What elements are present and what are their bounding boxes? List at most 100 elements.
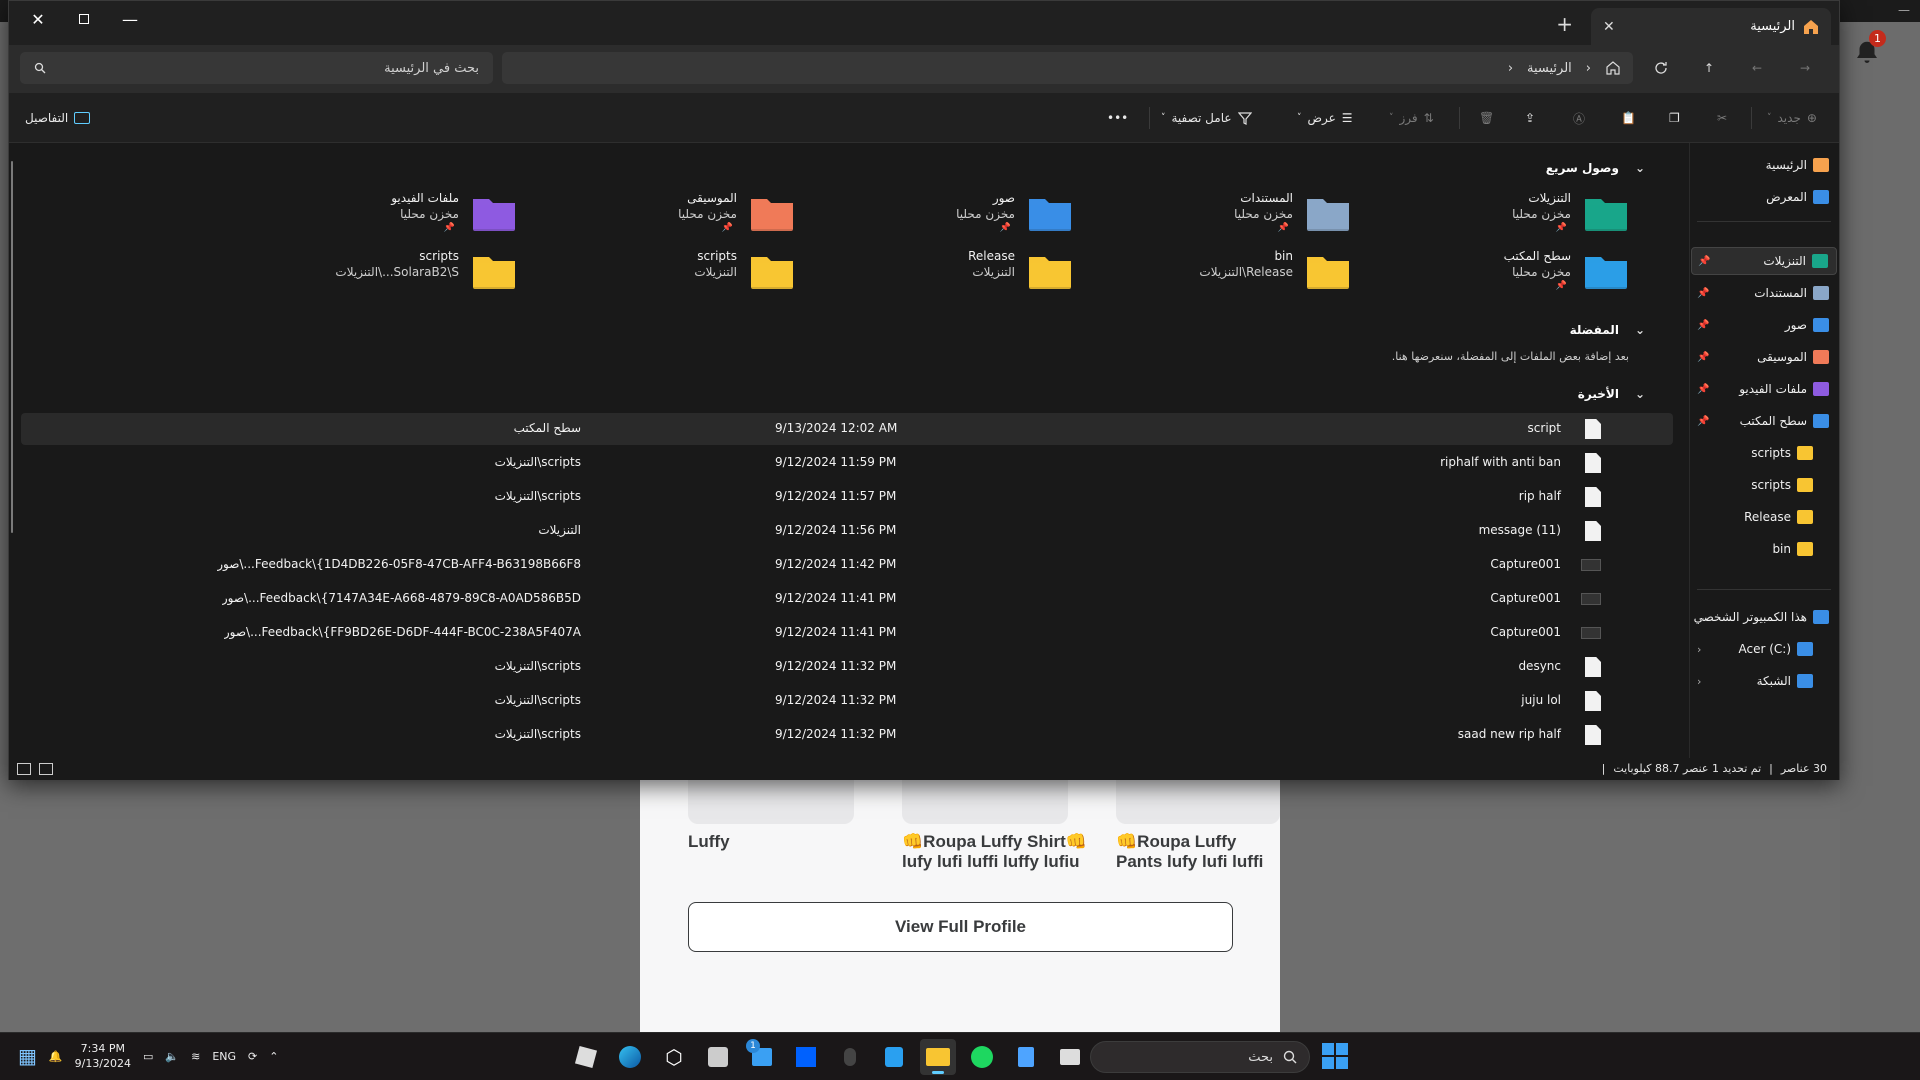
store-app[interactable]: 1 bbox=[744, 1039, 780, 1075]
view-full-profile-button[interactable]: View Full Profile bbox=[688, 902, 1233, 952]
edge-app[interactable] bbox=[612, 1039, 648, 1075]
copy-button[interactable]: ❐ bbox=[1669, 107, 1680, 129]
sidebar-item[interactable]: bin bbox=[1691, 535, 1837, 563]
chevron-right-icon[interactable]: › bbox=[1586, 61, 1591, 76]
sidebar-item[interactable]: الموسيقى 📌 bbox=[1691, 343, 1837, 371]
recent-file-row[interactable]: Capture001 9/12/2024 11:42 PM Feedback\{… bbox=[21, 549, 1673, 581]
close-window-button[interactable]: ✕ bbox=[15, 5, 61, 33]
wifi-icon[interactable]: ≋ bbox=[191, 1050, 200, 1063]
chevron-right-icon[interactable]: › bbox=[1508, 61, 1513, 76]
battery-icon[interactable]: ▭ bbox=[143, 1050, 153, 1063]
roblox-app[interactable] bbox=[568, 1039, 604, 1075]
pin-icon[interactable]: 📌 bbox=[1697, 288, 1709, 299]
pin-icon[interactable]: 📌 bbox=[1697, 352, 1709, 363]
quick-access-item[interactable]: scripts التنزيلات bbox=[515, 245, 795, 295]
search-input[interactable]: بحث في الرئيسية bbox=[20, 52, 493, 84]
chevron-left-icon[interactable]: ‹ bbox=[1697, 675, 1701, 688]
filter-button[interactable]: عامل تصفية ˅ bbox=[1161, 107, 1252, 129]
item-title[interactable]: 👊Roupa Luffy Shirt👊 lufy lufi luffi luff… bbox=[902, 832, 1112, 874]
sidebar-item[interactable]: سطح المكتب 📌 bbox=[1691, 407, 1837, 435]
notification-icon[interactable]: 🔔 bbox=[49, 1050, 63, 1063]
new-tab-button[interactable]: + bbox=[1556, 14, 1573, 34]
pin-icon[interactable]: 📌 bbox=[1697, 416, 1709, 427]
back-button[interactable]: ← bbox=[1742, 53, 1772, 83]
quick-access-item[interactable]: scripts SolaraB2\S...\التنزيلات bbox=[237, 245, 517, 295]
sidebar-item[interactable]: المعرض bbox=[1691, 183, 1837, 211]
item-title[interactable]: Luffy bbox=[688, 832, 888, 852]
sidebar-item[interactable]: المستندات 📌 bbox=[1691, 279, 1837, 307]
more-options-button[interactable]: ••• bbox=[1107, 107, 1128, 129]
notes-app[interactable] bbox=[1008, 1039, 1044, 1075]
sidebar-item[interactable]: الشبكة ‹ bbox=[1691, 667, 1837, 695]
pin-icon[interactable]: 📌 bbox=[1698, 256, 1710, 267]
recent-file-row[interactable]: juju lol 9/12/2024 11:32 PM scripts\التن… bbox=[21, 685, 1673, 717]
recent-file-row[interactable]: message (11) 9/12/2024 11:56 PM التنزيلا… bbox=[21, 515, 1673, 547]
quick-access-item[interactable]: المستندات مخزن محليا 📌 bbox=[1071, 187, 1351, 237]
sort-button[interactable]: ⇅ فرز ˅ bbox=[1389, 107, 1434, 129]
recent-file-row[interactable]: script 9/13/2024 12:02 AM سطح المكتب bbox=[21, 413, 1673, 445]
chevron-left-icon[interactable]: ‹ bbox=[1697, 643, 1701, 656]
sidebar-item[interactable]: Acer (C:) ‹ bbox=[1691, 635, 1837, 663]
sidebar-item[interactable]: scripts bbox=[1691, 439, 1837, 467]
sidebar-item[interactable]: ملفات الفيديو 📌 bbox=[1691, 375, 1837, 403]
up-button[interactable]: ↑ bbox=[1694, 53, 1724, 83]
recent-file-row[interactable]: saad new rip half 9/12/2024 11:32 PM scr… bbox=[21, 719, 1673, 751]
sidebar-item[interactable]: صور 📌 bbox=[1691, 311, 1837, 339]
multiwindow-app[interactable] bbox=[1052, 1039, 1088, 1075]
share-button[interactable]: ⇪ bbox=[1525, 107, 1535, 129]
quick-access-item[interactable]: Release التنزيلات bbox=[793, 245, 1073, 295]
vertical-scrollbar[interactable] bbox=[11, 161, 13, 533]
file-explorer-app[interactable] bbox=[920, 1039, 956, 1075]
tray-overflow-icon[interactable]: ⌃ bbox=[269, 1050, 278, 1063]
tiles-view-toggle-icon[interactable] bbox=[39, 763, 53, 775]
view-button[interactable]: ☰ عرض ˅ bbox=[1297, 107, 1353, 129]
forward-button[interactable]: → bbox=[1790, 53, 1820, 83]
recent-header[interactable]: ⌄ الأخيرة bbox=[1578, 387, 1645, 401]
dropbox-app[interactable] bbox=[788, 1039, 824, 1075]
quick-access-item[interactable]: سطح المكتب مخزن محليا 📌 bbox=[1349, 245, 1629, 295]
address-bar[interactable]: › الرئيسية › bbox=[502, 52, 1633, 84]
maximize-window-button[interactable] bbox=[61, 5, 107, 33]
quick-access-item[interactable]: صور مخزن محليا 📌 bbox=[793, 187, 1073, 237]
breadcrumb[interactable]: الرئيسية bbox=[1527, 61, 1572, 76]
pin-icon[interactable]: 📌 bbox=[1697, 384, 1709, 395]
notepad-app[interactable] bbox=[700, 1039, 736, 1075]
sidebar-item[interactable]: scripts bbox=[1691, 471, 1837, 499]
language-indicator[interactable]: ENG bbox=[212, 1050, 236, 1063]
widgets-icon[interactable]: ▦ bbox=[18, 1044, 37, 1068]
sidebar-item[interactable]: هذا الكمبيوتر الشخصي ⌄ bbox=[1691, 603, 1837, 631]
volume-icon[interactable]: 🔈 bbox=[165, 1050, 179, 1063]
details-view-toggle-icon[interactable] bbox=[17, 763, 31, 775]
paste-button[interactable]: 📋 bbox=[1621, 107, 1636, 129]
tab-close-icon[interactable]: ✕ bbox=[1603, 19, 1615, 35]
details-pane-button[interactable]: التفاصيل bbox=[25, 107, 91, 129]
sidebar-item[interactable]: Release bbox=[1691, 503, 1837, 531]
sync-icon[interactable]: ⟳ bbox=[248, 1050, 257, 1063]
mouse-app[interactable] bbox=[832, 1039, 868, 1075]
sidebar-item[interactable]: الرئيسية bbox=[1691, 151, 1837, 179]
quick-access-item[interactable]: الموسيقى مخزن محليا 📌 bbox=[515, 187, 795, 237]
recent-file-row[interactable]: desync 9/12/2024 11:32 PM scripts\التنزي… bbox=[21, 651, 1673, 683]
favorites-header[interactable]: ⌄ المفضلة bbox=[1570, 323, 1645, 337]
recent-file-row[interactable]: Capture001 9/12/2024 11:41 PM Feedback\{… bbox=[21, 583, 1673, 615]
browser-minimize-icon[interactable]: — bbox=[1898, 3, 1910, 17]
recent-file-row[interactable]: rip half 9/12/2024 11:57 PM scripts\التن… bbox=[21, 481, 1673, 513]
tab-home[interactable]: الرئيسية ✕ bbox=[1591, 8, 1831, 45]
delete-button[interactable]: 🗑 bbox=[1479, 107, 1494, 129]
quick-access-item[interactable]: ملفات الفيديو مخزن محليا 📌 bbox=[237, 187, 517, 237]
chevron-down-icon[interactable]: ⌄ bbox=[1697, 611, 1706, 624]
quick-access-header[interactable]: ⌄ وصول سريع bbox=[1546, 161, 1645, 175]
clock[interactable]: 7:34 PM 9/13/2024 bbox=[75, 1041, 131, 1071]
spotify-app[interactable] bbox=[964, 1039, 1000, 1075]
sidebar-item[interactable]: التنزيلات 📌 bbox=[1691, 247, 1837, 275]
cut-button[interactable]: ✂ bbox=[1717, 107, 1727, 129]
minimize-window-button[interactable]: — bbox=[107, 5, 153, 33]
new-button[interactable]: ⊕ جديد ˅ bbox=[1767, 107, 1817, 129]
vscode-app[interactable] bbox=[876, 1039, 912, 1075]
item-title[interactable]: 👊Roupa Luffy Pants lufy lufi luffi luffy… bbox=[1116, 832, 1280, 874]
quick-access-item[interactable]: bin Release\التنزيلات bbox=[1071, 245, 1351, 295]
taskbar-search[interactable]: بحث bbox=[1090, 1041, 1310, 1073]
start-button[interactable] bbox=[1322, 1043, 1348, 1069]
cube-app[interactable]: ⬡ bbox=[656, 1039, 692, 1075]
rename-button[interactable]: Ⓐ bbox=[1573, 107, 1585, 129]
